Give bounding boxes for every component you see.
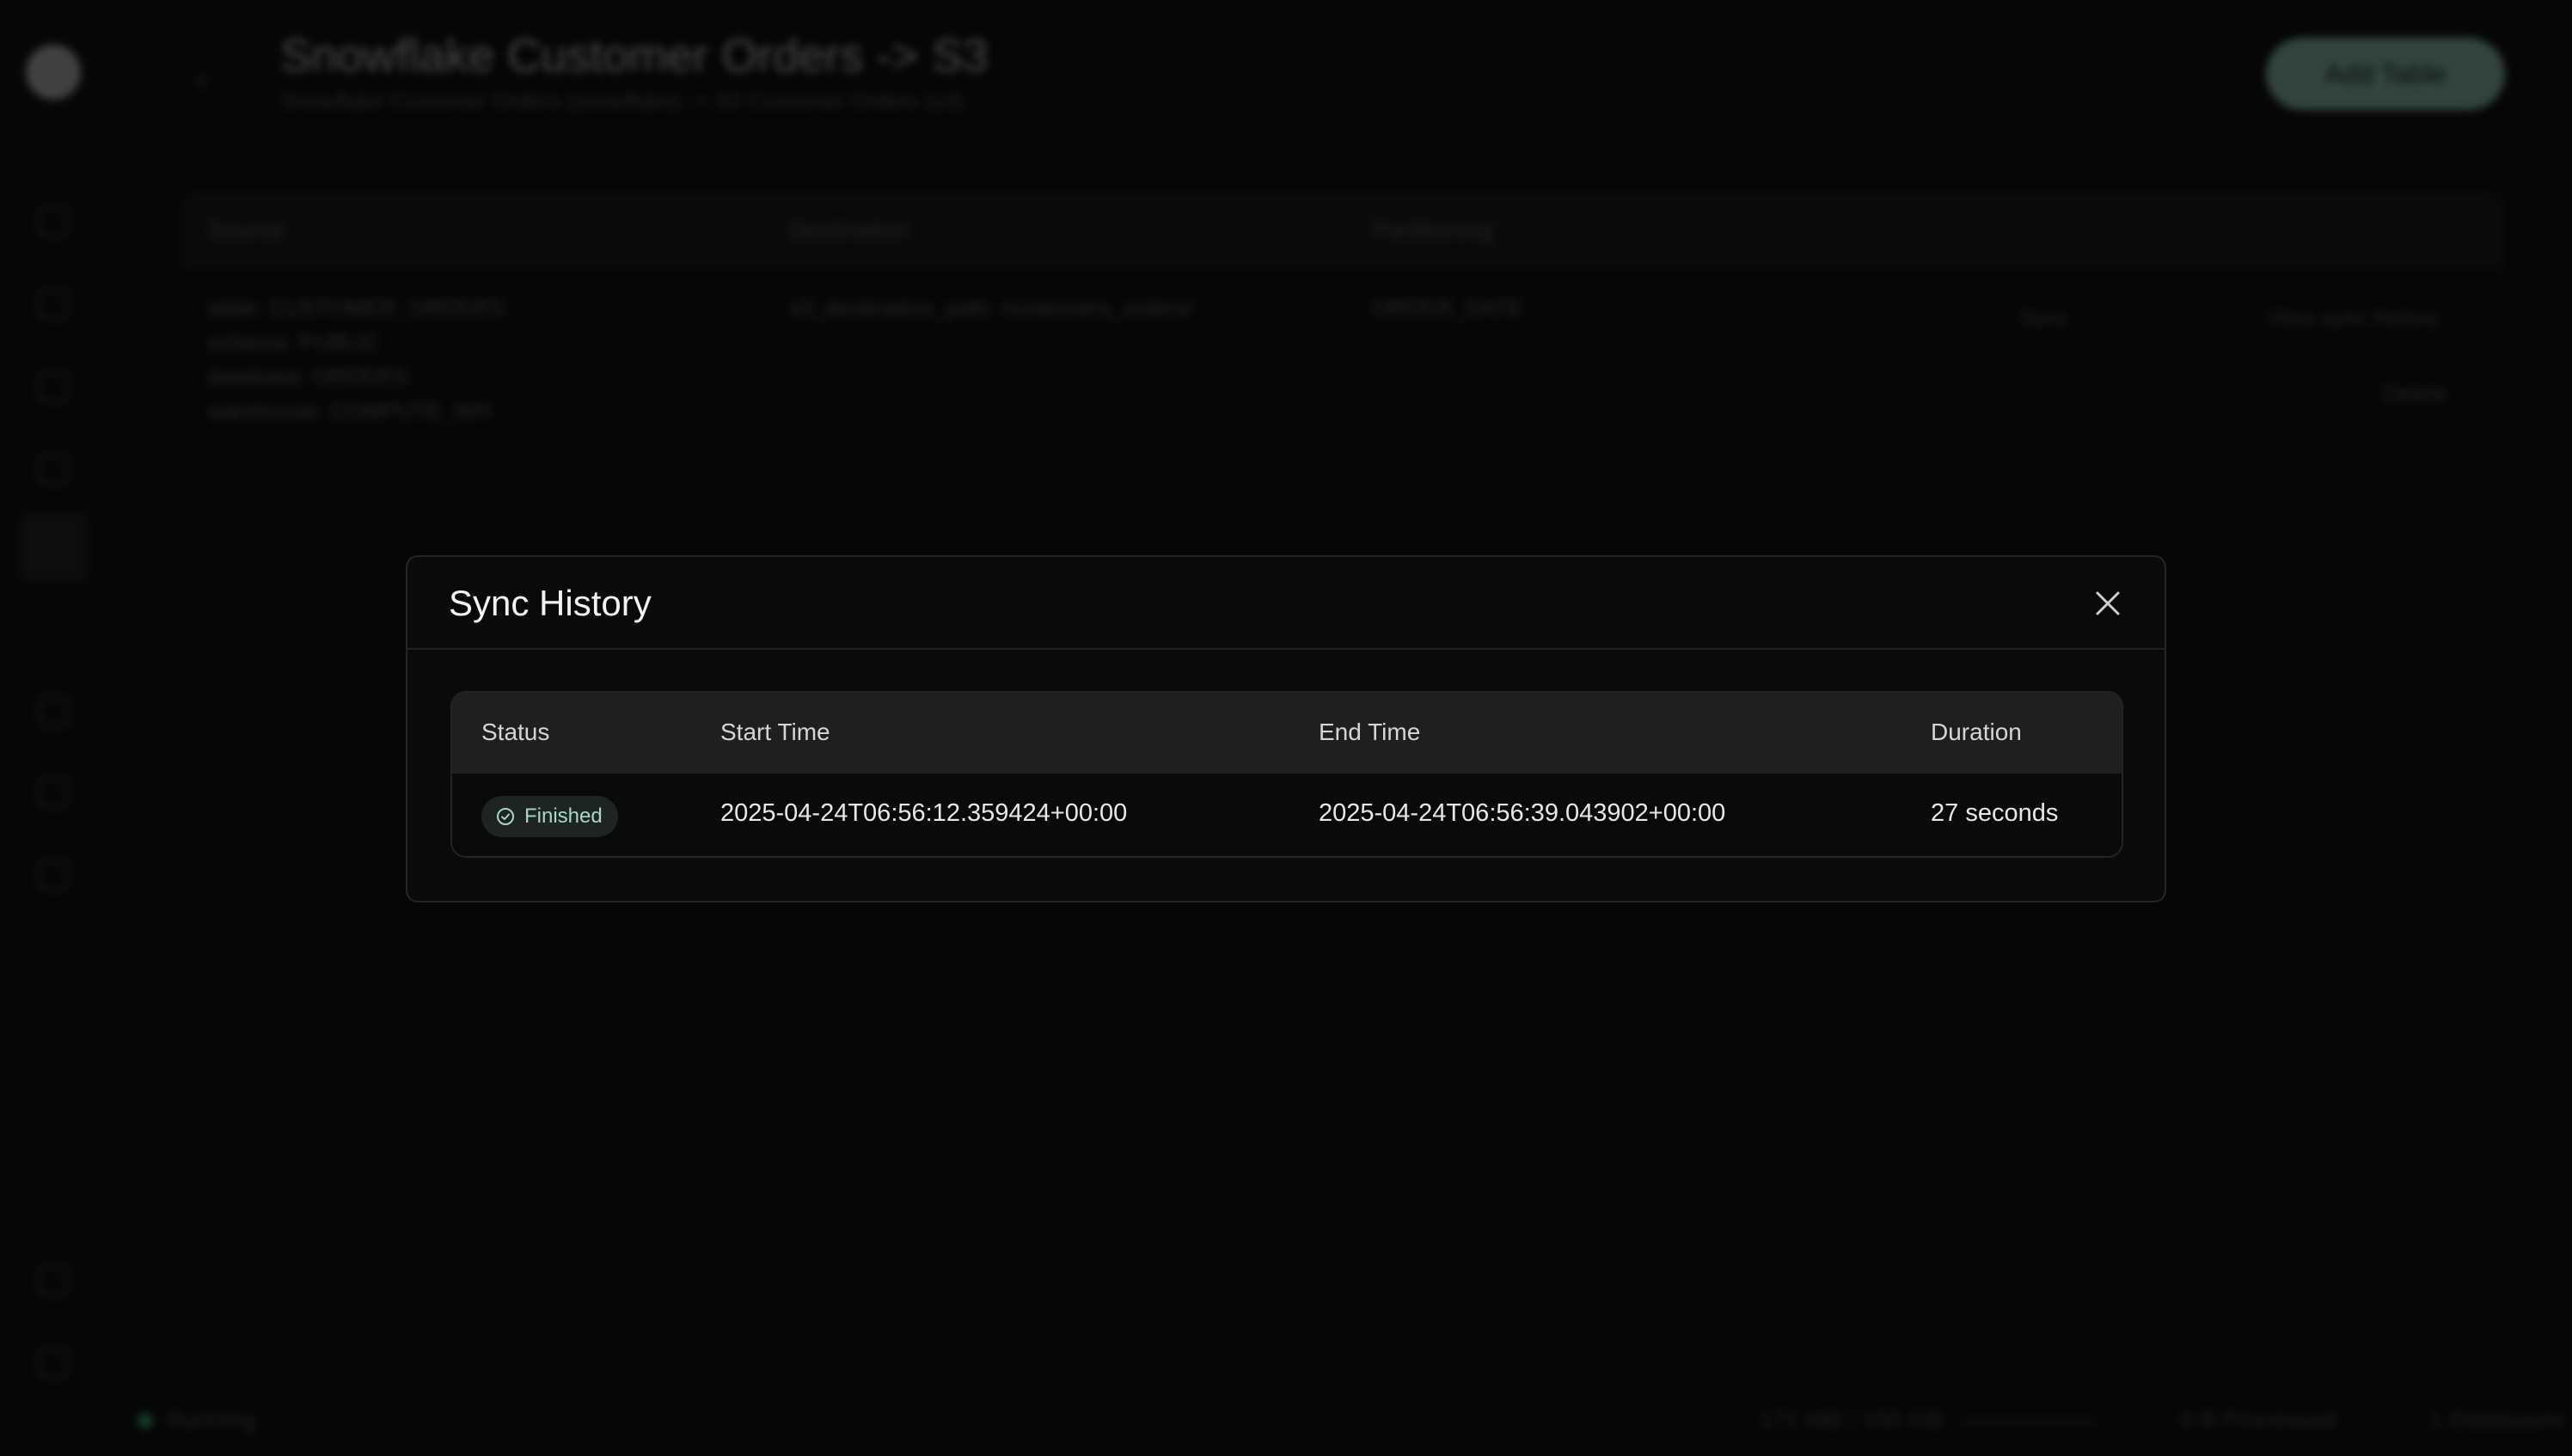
app-window: ‹ Snowflake Customer Orders -> S3 Snowfl… [0,0,2572,1456]
column-header-start-time: Start Time [720,719,830,745]
duration-cell: 27 seconds [1931,799,2059,827]
check-circle-icon [497,808,514,825]
start-time-cell: 2025-04-24T06:56:12.359424+00:00 [720,799,1128,827]
sync-history-dialog: Sync History Status Start Time End Time … [406,555,2166,902]
column-header-end-time: End Time [1319,719,1421,745]
table-row: Finished 2025-04-24T06:56:12.359424+00:0… [452,774,2122,856]
end-time-cell: 2025-04-24T06:56:39.043902+00:00 [1319,799,1726,827]
column-header-status: Status [481,719,550,745]
close-icon[interactable] [2092,588,2123,619]
status-label: Finished [524,804,603,828]
sync-history-table: Status Start Time End Time Duration Fini… [450,691,2123,858]
status-badge: Finished [481,796,618,837]
dialog-title: Sync History [449,583,652,623]
column-header-duration: Duration [1931,719,2022,745]
table-header: Status Start Time End Time Duration [452,693,2122,774]
dialog-header: Sync History [407,557,2165,650]
